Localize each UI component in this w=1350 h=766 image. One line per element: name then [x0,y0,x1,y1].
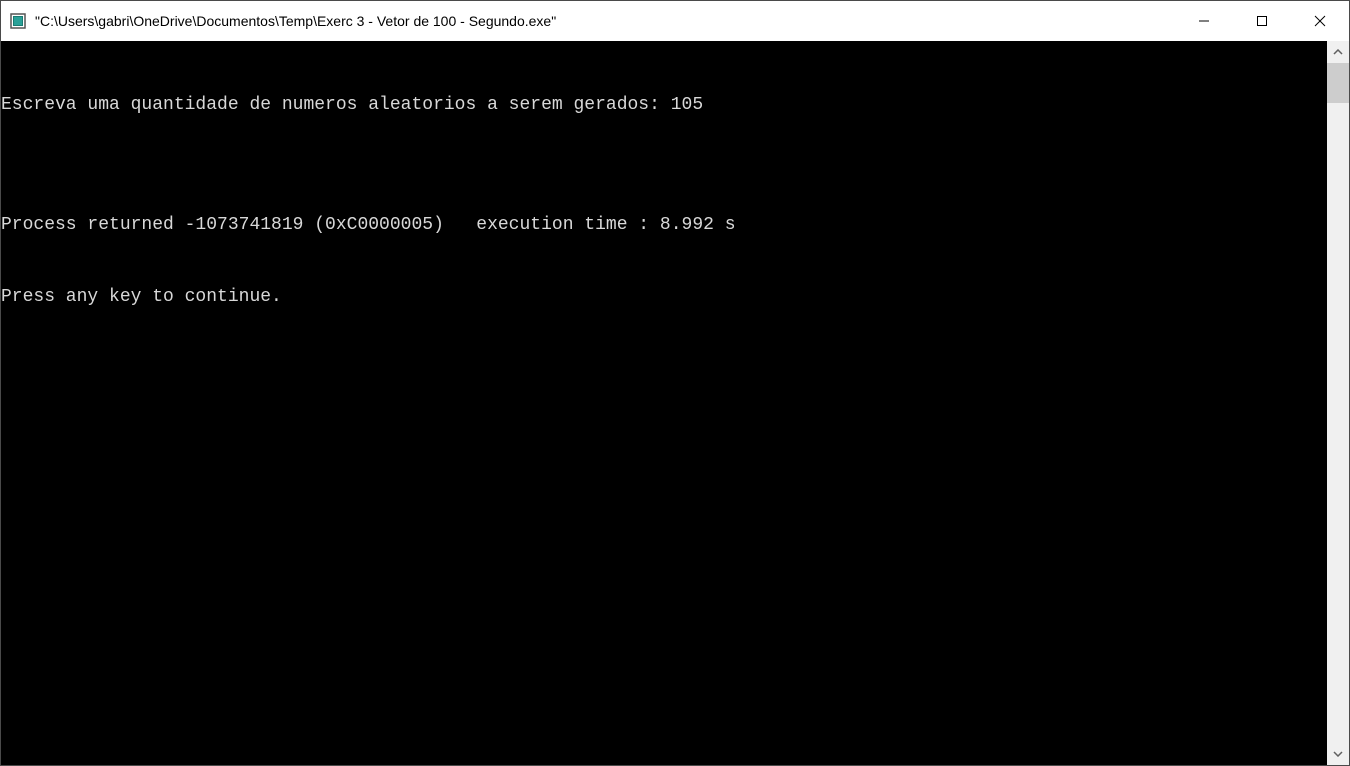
console-content[interactable]: Escreva uma quantidade de numeros aleato… [1,41,1327,765]
app-icon [9,12,27,30]
chevron-up-icon [1333,47,1343,58]
scrollbar-down-arrow[interactable] [1327,743,1349,765]
console-line: Process returned -1073741819 (0xC0000005… [1,213,1327,237]
titlebar-controls [1175,1,1349,41]
maximize-icon [1256,15,1268,27]
vertical-scrollbar[interactable] [1327,41,1349,765]
titlebar-left: "C:\Users\gabri\OneDrive\Documentos\Temp… [9,12,556,30]
scrollbar-track[interactable] [1327,63,1349,743]
scrollbar-up-arrow[interactable] [1327,41,1349,63]
close-button[interactable] [1291,1,1349,41]
console-window: "C:\Users\gabri\OneDrive\Documentos\Temp… [0,0,1350,766]
console-line: Escreva uma quantidade de numeros aleato… [1,93,1327,117]
minimize-icon [1198,15,1210,27]
close-icon [1314,15,1326,27]
minimize-button[interactable] [1175,1,1233,41]
titlebar[interactable]: "C:\Users\gabri\OneDrive\Documentos\Temp… [1,1,1349,41]
scrollbar-thumb[interactable] [1327,63,1349,103]
console-area: Escreva uma quantidade de numeros aleato… [1,41,1349,765]
console-line: Press any key to continue. [1,285,1327,309]
window-title: "C:\Users\gabri\OneDrive\Documentos\Temp… [35,13,556,29]
chevron-down-icon [1333,749,1343,760]
maximize-button[interactable] [1233,1,1291,41]
